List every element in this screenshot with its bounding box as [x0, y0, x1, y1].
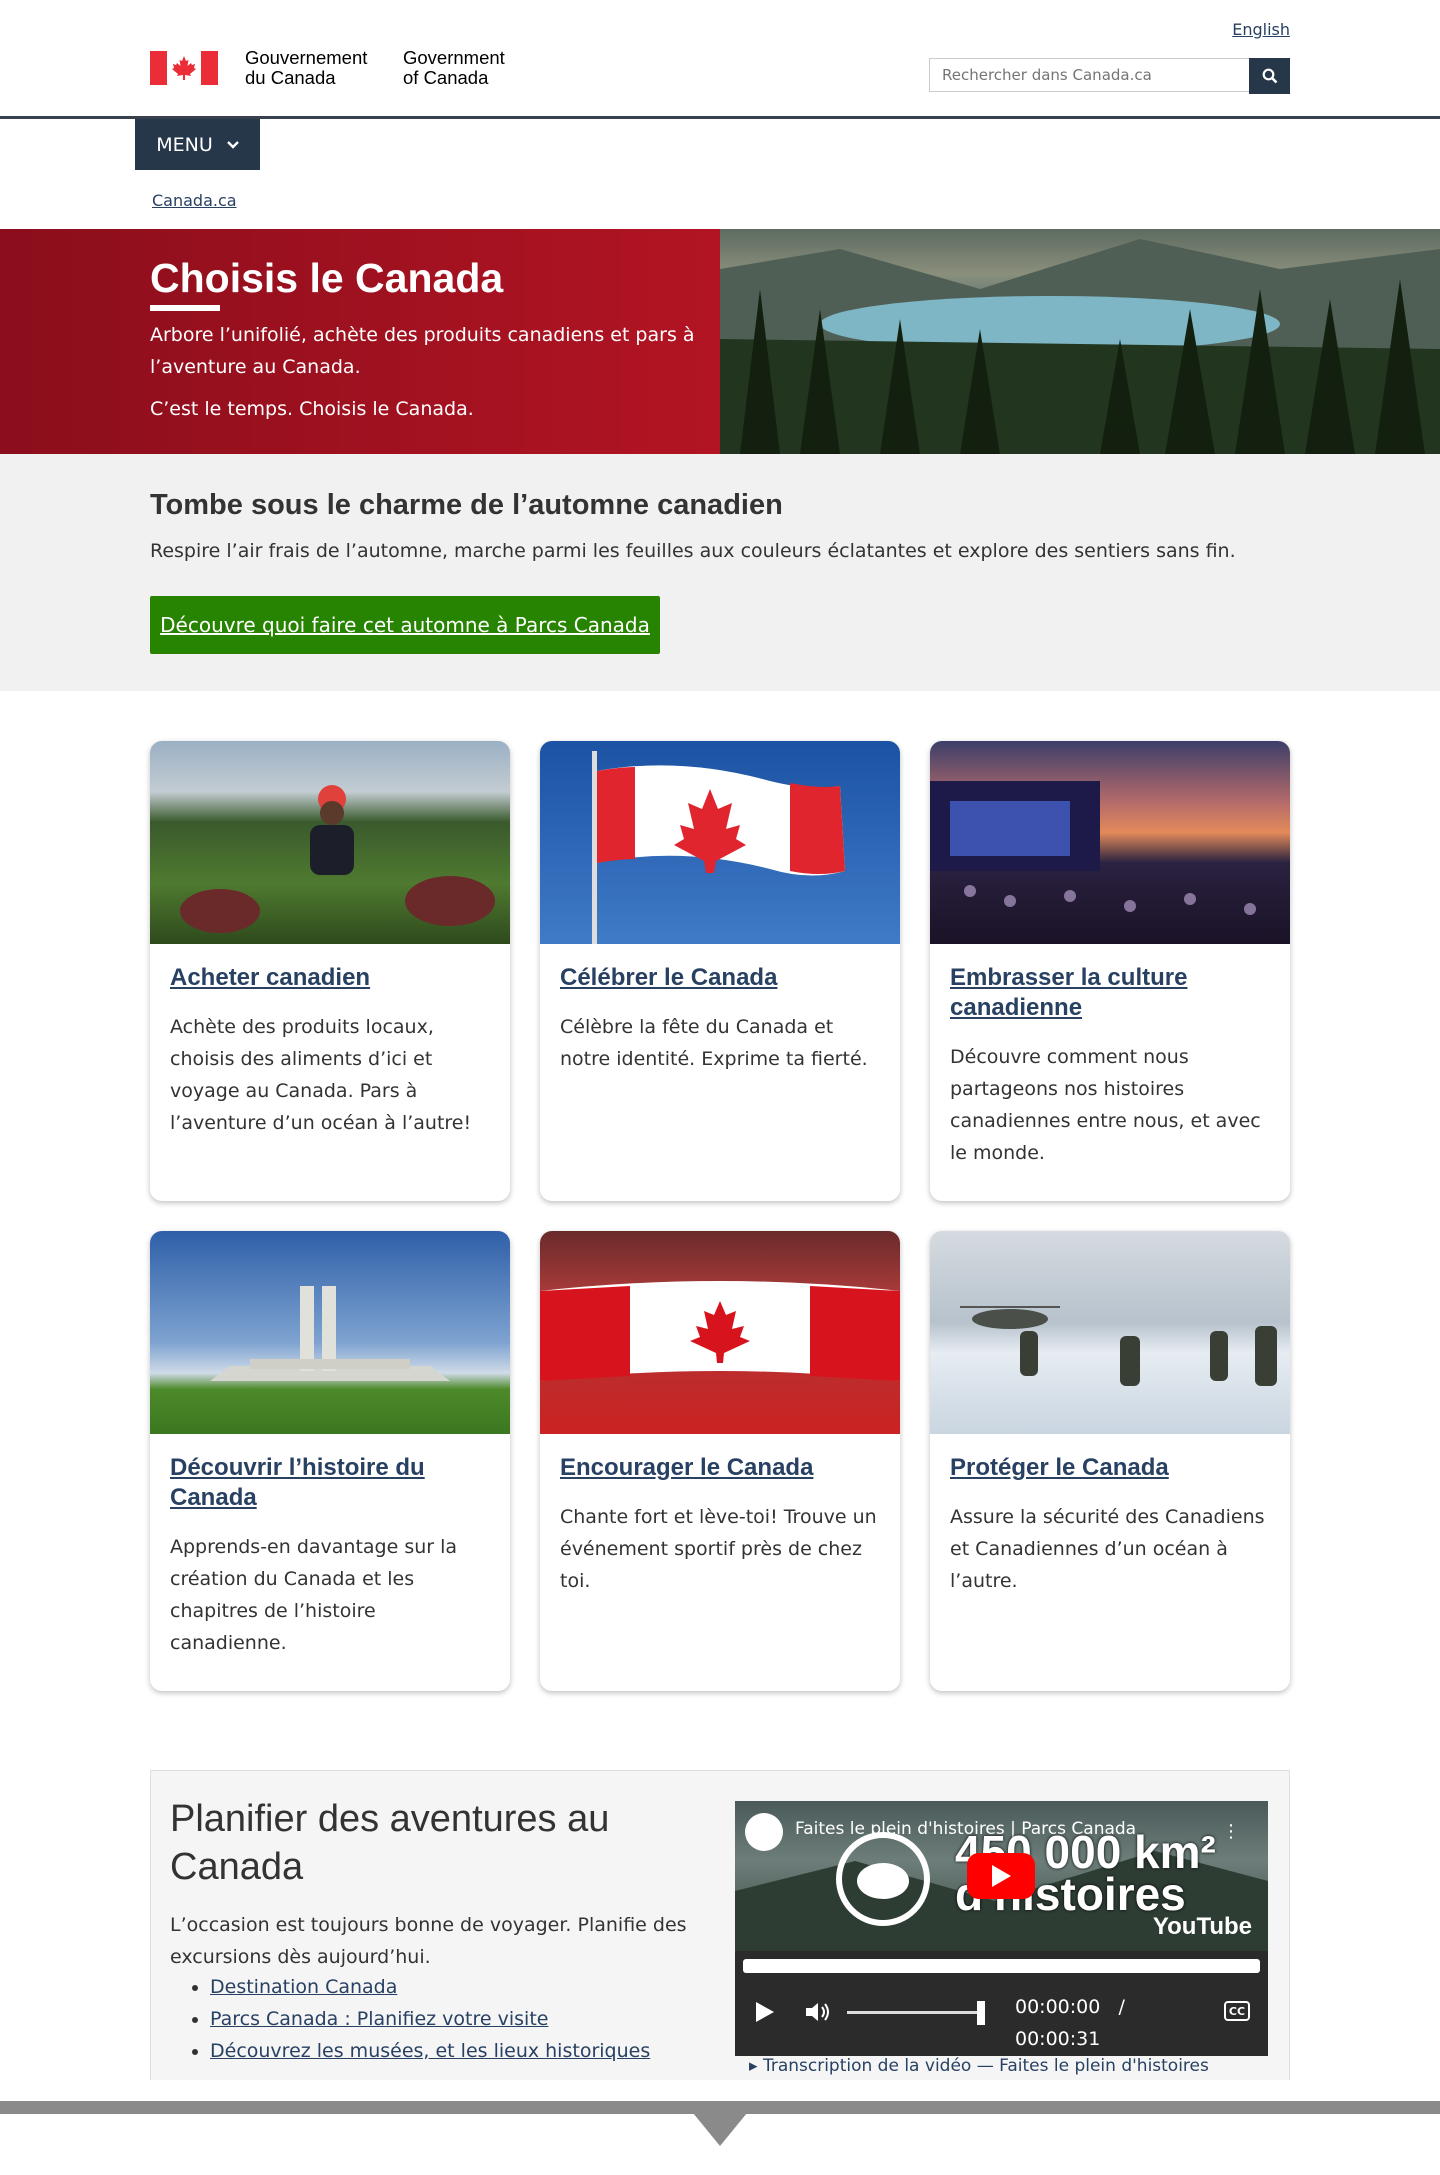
card-title-link[interactable]: Encourager le Canada [560, 1454, 813, 1481]
play-icon [992, 1865, 1011, 1887]
card-text: Chante fort et lève-toi! Trouve un événe… [560, 1506, 877, 1592]
menu-bar: MENU [0, 119, 1440, 179]
card-title-link[interactable]: Célébrer le Canada [560, 964, 777, 991]
destination-canada-link[interactable]: Destination Canada [210, 1976, 397, 1998]
canada-flag-icon [150, 51, 218, 85]
breadcrumb-home-link[interactable]: Canada.ca [152, 191, 237, 210]
theme-cards: Acheter canadien Achète des produits loc… [150, 741, 1290, 1691]
language-toggle-link[interactable]: English [1232, 20, 1290, 39]
plan-intro: L’occasion est toujours bonne de voyager… [170, 1914, 687, 1968]
hero-text-1: Arbore l’unifolié, achète des produits c… [150, 324, 695, 378]
card-buy-canadian[interactable]: Acheter canadien Achète des produits loc… [150, 741, 510, 1201]
plan-title: Planifier des aventures au Canada [170, 1798, 610, 1888]
museums-link[interactable]: Découvrez les musées, et les lieux histo… [210, 2040, 650, 2062]
video-transcript-toggle[interactable]: ▸ Transcription de la vidéo — Faites le … [735, 2056, 1268, 2076]
card-text: Assure la sécurité des Canadiens et Cana… [950, 1506, 1265, 1592]
soldiers-snow-photo [930, 1231, 1290, 1434]
youtube-logo[interactable]: YouTube [1153, 1913, 1252, 1941]
card-title-link[interactable]: Découvrir l’histoire du Canada [170, 1454, 425, 1511]
video-time: 00:00:00 / 00:00:31 [1015, 1991, 1125, 2055]
hero-landscape-image [720, 229, 1440, 454]
site-header: English Gouvernement du Canada Governmen… [0, 0, 1440, 119]
search-button[interactable] [1249, 58, 1290, 94]
site-search [929, 58, 1290, 94]
card-title-link[interactable]: Protéger le Canada [950, 1454, 1169, 1481]
list-item: Parcs Canada : Planifiez votre visite [210, 2003, 650, 2035]
stadium-flag-photo [540, 1231, 900, 1434]
card-text: Apprends-en davantage sur la création du… [170, 1536, 458, 1654]
more-options-icon[interactable]: ⋮ [1222, 1821, 1240, 1842]
search-icon [1262, 68, 1277, 84]
time-separator: / [1118, 1996, 1125, 2018]
card-protect-canada[interactable]: Protéger le Canada Assure la sécurité de… [930, 1231, 1290, 1691]
play-icon[interactable] [755, 2001, 775, 2023]
volume-icon[interactable] [805, 2001, 831, 2023]
card-celebrate-canada[interactable]: Célébrer le Canada Célèbre la fête du Ca… [540, 741, 900, 1201]
farmer-photo [150, 741, 510, 944]
vimy-memorial-photo [150, 1231, 510, 1434]
card-title-link[interactable]: Acheter canadien [170, 964, 370, 991]
card-text: Célèbre la fête du Canada et notre ident… [560, 1016, 868, 1070]
duration: 00:00:31 [1015, 2028, 1101, 2050]
autumn-text: Respire l’air frais de l’automne, marche… [150, 540, 1236, 562]
autumn-title: Tombe sous le charme de l’automne canadi… [150, 489, 783, 521]
scroll-down-indicator[interactable] [0, 2080, 1440, 2175]
concert-photo [930, 741, 1290, 944]
gc-signature[interactable]: Gouvernement du Canada Government of Can… [150, 48, 513, 88]
volume-slider[interactable] [847, 2011, 983, 2014]
plan-links-list: Destination Canada Parcs Canada : Planif… [170, 1971, 650, 2067]
list-item: Destination Canada [210, 1971, 650, 2003]
chevron-down-icon [693, 2113, 747, 2146]
search-input[interactable] [929, 58, 1249, 92]
canada-flag-photo [540, 741, 900, 944]
card-title-link[interactable]: Embrasser la culture canadienne [950, 964, 1187, 1021]
menu-label: MENU [156, 133, 213, 156]
hero-title: Choisis le Canada [150, 255, 504, 301]
list-item: Découvrez les musées, et les lieux histo… [210, 2035, 650, 2067]
video-controls: 00:00:00 / 00:00:31 CC [735, 1981, 1268, 2050]
video-progress-bar[interactable] [743, 1959, 1260, 1973]
autumn-parks-button[interactable]: Découvre quoi faire cet automne à Parcs … [150, 596, 660, 654]
current-time: 00:00:00 [1015, 1996, 1101, 2018]
menu-button[interactable]: MENU [135, 119, 260, 170]
video-thumbnail: Faites le plein d'histoires | Parcs Cana… [735, 1801, 1268, 1951]
card-text: Achète des produits locaux, choisis des … [170, 1016, 472, 1134]
transcript-label: Transcription de la vidéo — Faites le pl… [762, 2056, 1209, 2076]
plan-adventures-section: Planifier des aventures au Canada L’occa… [150, 1770, 1290, 2082]
parks-canada-link[interactable]: Parcs Canada : Planifiez votre visite [210, 2008, 548, 2030]
volume-slider-handle[interactable] [977, 2001, 985, 2025]
hero-text-panel: Choisis le Canada Arbore l’unifolié, ach… [0, 229, 720, 454]
signature-english: Government of Canada [403, 47, 505, 88]
hero-text-2: C’est le temps. Choisis le Canada. [150, 398, 474, 420]
channel-avatar[interactable] [745, 1813, 783, 1851]
card-cheer-canada[interactable]: Encourager le Canada Chante fort et lève… [540, 1231, 900, 1691]
card-embrace-culture[interactable]: Embrasser la culture canadienne Découvre… [930, 741, 1290, 1201]
chevron-down-icon [226, 140, 239, 149]
title-underline [150, 305, 220, 311]
youtube-play-button[interactable] [967, 1853, 1035, 1899]
card-text: Découvre comment nous partageons nos his… [950, 1046, 1261, 1164]
video-player[interactable]: Faites le plein d'histoires | Parcs Cana… [735, 1801, 1268, 2056]
autumn-feature: Tombe sous le charme de l’automne canadi… [0, 454, 1440, 691]
signature-french: Gouvernement du Canada [245, 47, 368, 88]
closed-captions-icon[interactable]: CC [1224, 2001, 1250, 2021]
hero-banner: Choisis le Canada Arbore l’unifolié, ach… [0, 229, 1440, 454]
card-discover-history[interactable]: Découvrir l’histoire du Canada Apprends-… [150, 1231, 510, 1691]
